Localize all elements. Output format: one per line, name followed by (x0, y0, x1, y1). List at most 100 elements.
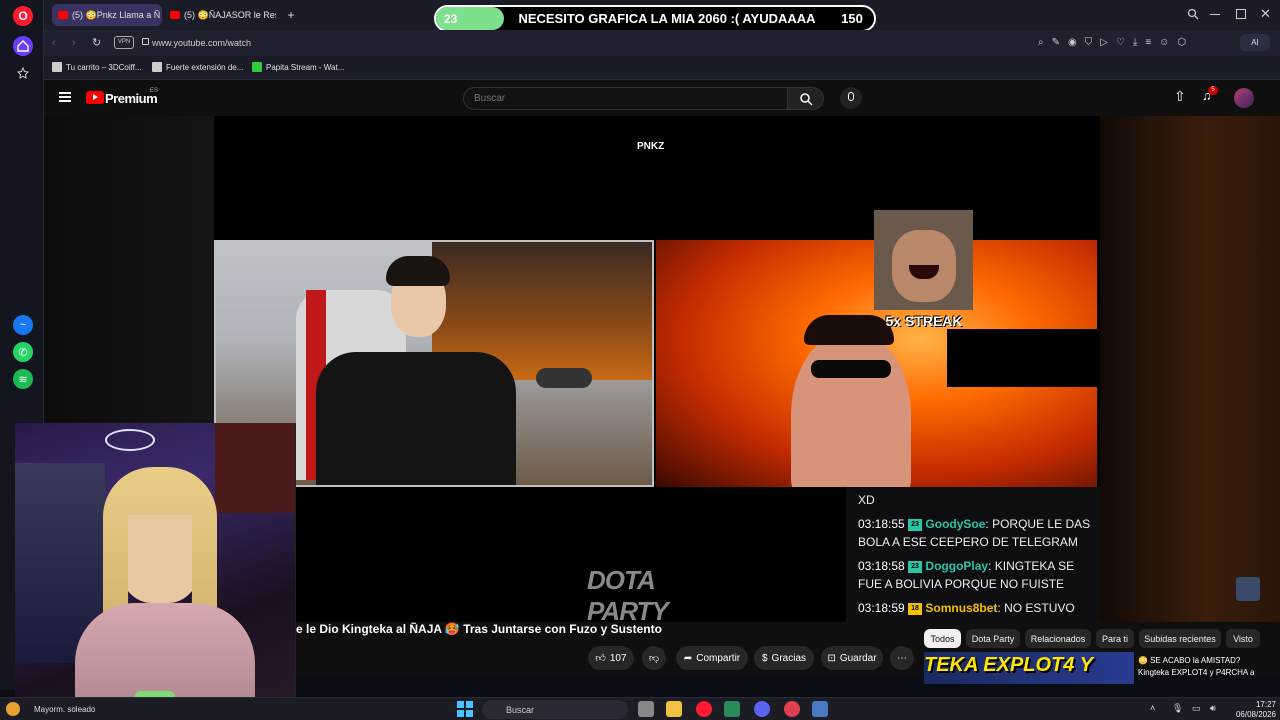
tray-overflow-icon[interactable]: ˄ (1150, 703, 1155, 713)
streak-label: 5x STREAK (885, 313, 963, 329)
spotify-icon[interactable]: ≋ (13, 369, 33, 389)
video-actions: 👍︎ 107 👎︎ ➦ Compartir $ Gracias ⊡ Guarda… (296, 640, 916, 676)
chat-timestamp: 03:18:55 (858, 517, 905, 531)
save-label: Guardar (839, 652, 877, 664)
download-icon[interactable]: ⤓ (1133, 37, 1137, 48)
url-field[interactable]: www.youtube.com/watch (152, 34, 1032, 52)
thumbs-up-icon: 👍︎ (595, 653, 606, 664)
thanks-button[interactable]: $ Gracias (754, 646, 814, 670)
share-button[interactable]: ➦ Compartir (676, 646, 748, 670)
task-view-icon[interactable] (638, 701, 654, 717)
app-icon[interactable] (784, 701, 800, 717)
chat-overlay: XD 03:18:55 23 GoodySoe: PORQUE LE DAS B… (846, 487, 1100, 622)
share-label: Compartir (696, 652, 741, 664)
dislike-button[interactable]: 👎︎ (642, 646, 666, 670)
play-icon[interactable]: ▷ (1100, 37, 1108, 48)
shield-icon[interactable]: ⛉ (1085, 37, 1093, 48)
reload-icon[interactable]: ↻ (92, 36, 101, 49)
app-icon[interactable] (724, 701, 740, 717)
discord-icon[interactable] (754, 701, 770, 717)
opera-gx-icon[interactable] (696, 701, 712, 717)
like-button[interactable]: 👍︎ 107 (588, 646, 634, 670)
upload-icon[interactable]: ⇧ (1174, 88, 1186, 105)
chip-para-ti[interactable]: Para ti (1096, 629, 1134, 648)
weather-icon[interactable] (6, 702, 20, 716)
network-icon[interactable]: ▭ (1192, 703, 1201, 714)
share-icon: ➦ (683, 652, 693, 664)
mic-tray-icon[interactable]: 🎙︎ (1172, 703, 1183, 714)
weather-label[interactable]: Mayorm. soleado (34, 705, 95, 714)
profile-icon[interactable]: ☺ (1159, 37, 1169, 48)
youtube-logo-icon[interactable] (86, 91, 104, 104)
clock-time: 17:27 (1255, 700, 1276, 709)
recommended-title[interactable]: 😳 SE ACABO la AMISTAD? Kingteka EXPLOT4 … (1138, 655, 1273, 679)
zoom-icon[interactable]: ⌕ (1038, 37, 1044, 48)
chat-text: : NO ESTUVO (997, 601, 1075, 615)
opera-logo-icon[interactable]: O (13, 6, 33, 26)
laughing-emote (874, 210, 973, 310)
ai-button[interactable]: AI (1240, 34, 1270, 51)
taskbar-search-label: Buscar (506, 704, 535, 715)
file-explorer-icon[interactable] (666, 701, 682, 717)
bookmark-label: Fuerte extensión de... (166, 62, 244, 72)
bookmark-label: Papita Stream - Wat... (266, 62, 345, 72)
clock-date: 06/08/2026 (1235, 710, 1276, 719)
vpn-badge[interactable]: VPN (114, 36, 134, 49)
chip-todos[interactable]: Todos (924, 629, 961, 648)
bookmarks-bar: Tu carrito – 3DCoiff... Fuerte extensión… (44, 56, 1280, 80)
bookmark-papita[interactable]: Papita Stream - Wat... (252, 62, 344, 72)
youtube-tab-icon (58, 11, 68, 19)
forward-icon[interactable]: › (72, 37, 76, 49)
edit-icon[interactable]: ✎ (1052, 37, 1060, 48)
bookmark-favicon (152, 62, 162, 72)
windows-start-icon[interactable] (457, 701, 473, 717)
prediction-right-count: 150 (841, 11, 863, 26)
extensions-icon[interactable]: ⬡ (1177, 37, 1186, 48)
clock[interactable]: 17:27 06/08/2026 (1228, 700, 1276, 720)
search-button[interactable] (788, 87, 824, 110)
more-actions-button[interactable]: ⋯ (890, 646, 914, 670)
messenger-icon[interactable]: ~ (13, 315, 33, 335)
chat-message: 03:18:58 23 DoggoPlay: KINGTEKA SE FUE A… (858, 557, 1092, 593)
tab-najasor[interactable]: (5) 😳ÑAJASOR le Respo (164, 4, 276, 26)
chat-text: XD (858, 493, 875, 507)
bookmark-extension[interactable]: Fuerte extensión de... (152, 62, 243, 72)
taskbar: Mayorm. soleado Buscar ˄ 🎙︎ ▭ 🔊︎ 17:27 0… (0, 697, 1280, 720)
voice-search-button[interactable] (840, 87, 862, 109)
taskbar-search[interactable]: Buscar (482, 700, 628, 719)
bookmark-label: Tu carrito – 3DCoiff... (66, 62, 142, 72)
chip-dota-party[interactable]: Dota Party (966, 629, 1020, 648)
prediction-bar: 23 NECESITO GRAFICA LA MIA 2060 :( AYUDA… (434, 5, 876, 32)
camera-icon[interactable]: ◉ (1068, 37, 1077, 48)
avatar[interactable] (1234, 88, 1254, 108)
sunglasses (811, 360, 891, 378)
heart-icon[interactable]: ♡ (1116, 37, 1125, 48)
new-tab-button[interactable]: + (282, 4, 300, 26)
chip-visto[interactable]: Visto (1226, 629, 1260, 648)
back-icon[interactable]: ‹ (52, 37, 56, 49)
channel-thumbnail-icon[interactable] (1236, 577, 1260, 601)
whatsapp-icon[interactable]: ✆ (13, 342, 33, 362)
bookmark-cart[interactable]: Tu carrito – 3DCoiff... (52, 62, 142, 72)
hamburger-menu-icon[interactable] (59, 92, 71, 102)
tab-pnkz[interactable]: (5) 😳Pnkz Llama a Ñ (52, 4, 162, 26)
prediction-left-count: 23 (436, 7, 504, 30)
close-icon[interactable]: ✕ (1260, 6, 1271, 22)
bookmark-favicon (252, 62, 262, 72)
menu-icon[interactable]: ≡ (1145, 37, 1151, 48)
volume-icon[interactable]: 🔊︎ (1210, 703, 1216, 714)
search-input[interactable] (463, 87, 788, 110)
chip-relacionados[interactable]: Relacionados (1025, 629, 1091, 648)
minimize-icon[interactable] (1210, 14, 1220, 15)
home-icon[interactable] (13, 36, 33, 56)
star-icon[interactable] (13, 63, 33, 83)
chip-subidas-recientes[interactable]: Subidas recientes (1139, 629, 1221, 648)
thanks-label: Gracias (771, 652, 806, 664)
search-tabs-icon[interactable] (1187, 8, 1199, 20)
save-button[interactable]: ⊡ Guardar (821, 646, 883, 670)
recommended-thumbnail[interactable]: TEKA EXPLOT4 Y (924, 652, 1134, 684)
recommended-title-line: 😳 SE ACABO la AMISTAD? (1138, 656, 1241, 665)
dota-party-logo: DOTA PARTY (587, 565, 669, 622)
settings-icon[interactable] (812, 701, 828, 717)
maximize-icon[interactable] (1236, 9, 1246, 19)
